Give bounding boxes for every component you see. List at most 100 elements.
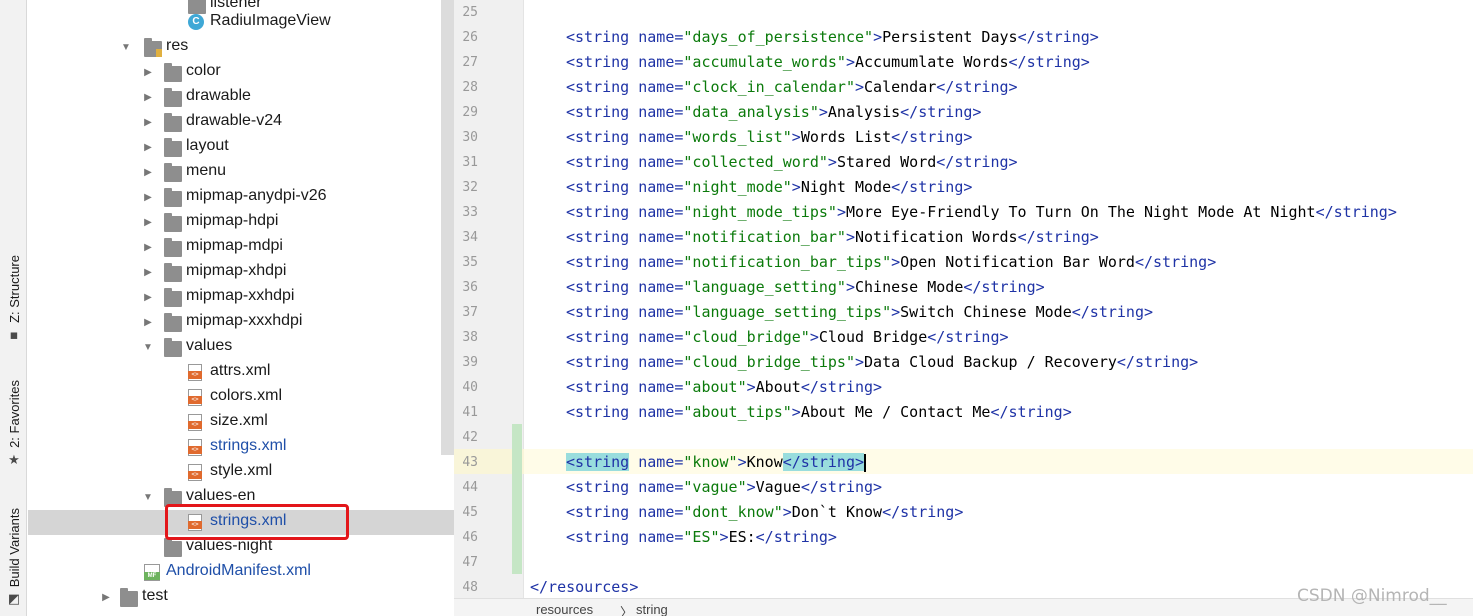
tree-item[interactable]: ▶ color bbox=[28, 60, 454, 85]
tree-item[interactable]: style.xml bbox=[28, 460, 454, 485]
tag-close: </string> bbox=[990, 403, 1072, 421]
tree-item-label: drawable bbox=[186, 87, 251, 104]
xml-file-icon bbox=[188, 389, 202, 406]
chevron-right-icon[interactable]: ▶ bbox=[142, 267, 154, 279]
code-line[interactable]: <string name="language_setting_tips">Swi… bbox=[566, 300, 1473, 325]
structure-tab[interactable]: Z: Structure ▪ bbox=[3, 255, 25, 343]
code-line[interactable]: <string name="cloud_bridge">Cloud Bridge… bbox=[566, 325, 1473, 350]
xml-file-icon bbox=[188, 364, 202, 381]
code-line[interactable]: <string name="language_setting">Chinese … bbox=[566, 275, 1473, 300]
code-line[interactable]: <string name="about">About</string> bbox=[566, 375, 1473, 400]
attribute-name: name= bbox=[629, 353, 684, 371]
chevron-right-icon[interactable]: ▶ bbox=[142, 167, 154, 179]
build-variants-tab[interactable]: Build Variants ◩ bbox=[3, 508, 25, 607]
code-line[interactable]: <string name="days_of_persistence">Persi… bbox=[566, 25, 1473, 50]
chevron-right-icon[interactable]: ▶ bbox=[142, 117, 154, 129]
tree-item[interactable]: attrs.xml bbox=[28, 360, 454, 385]
tag-bracket: > bbox=[746, 378, 756, 396]
tree-item[interactable]: ▶ mipmap-anydpi-v26 bbox=[28, 185, 454, 210]
chevron-down-icon[interactable]: ▼ bbox=[142, 342, 154, 354]
line-number: 45 bbox=[462, 505, 478, 520]
tree-item[interactable]: strings.xml bbox=[28, 435, 454, 460]
code-line[interactable]: <string name="night_mode">Night Mode</st… bbox=[566, 175, 1473, 200]
breadcrumb-string[interactable]: string bbox=[636, 602, 668, 616]
watermark: CSDN @Nimrod__ bbox=[1297, 586, 1447, 606]
code-line[interactable]: <string name="accumulate_words">Accumuml… bbox=[566, 50, 1473, 75]
string-text: Vague bbox=[755, 478, 801, 496]
code-line[interactable]: <string name="night_mode_tips">More Eye-… bbox=[566, 200, 1473, 225]
tool-window-strip: Z: Structure ▪ 2: Favorites ★ Build Vari… bbox=[0, 0, 27, 616]
tree-item[interactable]: colors.xml bbox=[28, 385, 454, 410]
tree-item[interactable]: ▼ res bbox=[28, 35, 454, 60]
code-line[interactable] bbox=[524, 550, 1473, 575]
chevron-right-icon[interactable]: ▶ bbox=[142, 292, 154, 304]
code-line[interactable]: <string name="data_analysis">Analysis</s… bbox=[566, 100, 1473, 125]
chevron-right-icon[interactable]: ▶ bbox=[142, 92, 154, 104]
tag-open: <string bbox=[566, 453, 630, 471]
code-line[interactable]: <string name="ES">ES:</string> bbox=[566, 525, 1473, 550]
breadcrumb-resources[interactable]: resources bbox=[536, 602, 593, 616]
tag-close: </string> bbox=[755, 528, 837, 546]
tree-item[interactable]: AndroidManifest.xml bbox=[28, 560, 454, 585]
code-editor[interactable]: <string name="days_of_persistence">Persi… bbox=[524, 0, 1473, 598]
attribute-value: "notification_bar" bbox=[683, 228, 846, 246]
favorites-tab[interactable]: 2: Favorites ★ bbox=[3, 380, 25, 468]
tree-item[interactable]: ▶ menu bbox=[28, 160, 454, 185]
code-line[interactable]: <string name="notification_bar_tips">Ope… bbox=[566, 250, 1473, 275]
tree-item[interactable]: ▶ mipmap-mdpi bbox=[28, 235, 454, 260]
chevron-right-icon[interactable]: ▶ bbox=[142, 67, 154, 79]
tree-item[interactable]: size.xml bbox=[28, 410, 454, 435]
tag-open: <string bbox=[566, 228, 630, 246]
chevron-down-icon[interactable]: ▼ bbox=[120, 42, 132, 54]
tree-item[interactable]: ▶ drawable-v24 bbox=[28, 110, 454, 135]
code-line[interactable]: <string name="words_list">Words List</st… bbox=[566, 125, 1473, 150]
code-line[interactable] bbox=[524, 425, 1473, 450]
tree-item-label: values-en bbox=[186, 487, 256, 504]
chevron-right-icon[interactable]: ▶ bbox=[142, 317, 154, 329]
string-text: Words List bbox=[800, 128, 892, 146]
tree-item-label: colors.xml bbox=[210, 387, 283, 404]
code-line[interactable]: <string name="dont_know">Don`t Know</str… bbox=[566, 500, 1473, 525]
tree-item-label: size.xml bbox=[210, 412, 268, 429]
chevron-right-icon[interactable]: ▶ bbox=[142, 192, 154, 204]
code-line[interactable]: <string name="collected_word">Stared Wor… bbox=[566, 150, 1473, 175]
code-line[interactable]: <string name="vague">Vague</string> bbox=[566, 475, 1473, 500]
chevron-right-icon[interactable]: ▶ bbox=[142, 217, 154, 229]
tag-bracket: > bbox=[737, 453, 747, 471]
code-line[interactable]: <string name="about_tips">About Me / Con… bbox=[566, 400, 1473, 425]
tree-item-label: RadiuImageView bbox=[210, 12, 331, 29]
attribute-name: name= bbox=[629, 328, 684, 346]
tree-item[interactable]: C RadiuImageView bbox=[28, 10, 454, 35]
tag-open: <string bbox=[566, 528, 630, 546]
code-line[interactable] bbox=[524, 0, 1473, 25]
tree-item[interactable]: ▶ mipmap-xxhdpi bbox=[28, 285, 454, 310]
tree-item[interactable]: ▼ values bbox=[28, 335, 454, 360]
tree-item[interactable]: ▶ mipmap-hdpi bbox=[28, 210, 454, 235]
attribute-name: name= bbox=[629, 53, 684, 71]
tag-bracket: > bbox=[836, 203, 846, 221]
tree-item[interactable]: ▶ drawable bbox=[28, 85, 454, 110]
tree-item[interactable]: ▶ test bbox=[28, 585, 454, 610]
tree-item[interactable]: ▶ layout bbox=[28, 135, 454, 160]
tag-open: <string bbox=[566, 178, 630, 196]
chevron-down-icon[interactable]: ▼ bbox=[142, 492, 154, 504]
tag-bracket: > bbox=[791, 403, 801, 421]
line-number: 41 bbox=[462, 405, 478, 420]
tag-bracket: > bbox=[791, 128, 801, 146]
vcs-change-marker[interactable] bbox=[512, 424, 522, 574]
tree-scrollbar[interactable] bbox=[441, 0, 454, 455]
chevron-right-icon[interactable]: ▶ bbox=[142, 142, 154, 154]
attribute-value: "ES" bbox=[683, 528, 720, 546]
tag-bracket: > bbox=[845, 228, 855, 246]
tag-bracket: > bbox=[719, 528, 729, 546]
code-line[interactable]: <string name="clock_in_calendar">Calenda… bbox=[566, 75, 1473, 100]
code-line[interactable]: <string name="know">Know</string> bbox=[566, 450, 1473, 475]
string-text: Switch Chinese Mode bbox=[900, 303, 1072, 321]
tree-item[interactable]: ▶ mipmap-xxxhdpi bbox=[28, 310, 454, 335]
chevron-right-icon[interactable]: ▶ bbox=[100, 592, 112, 604]
chevron-right-icon[interactable]: ▶ bbox=[142, 242, 154, 254]
code-line[interactable]: <string name="notification_bar">Notifica… bbox=[566, 225, 1473, 250]
code-line[interactable]: <string name="cloud_bridge_tips">Data Cl… bbox=[566, 350, 1473, 375]
folder-icon bbox=[120, 588, 138, 607]
tree-item[interactable]: ▶ mipmap-xhdpi bbox=[28, 260, 454, 285]
